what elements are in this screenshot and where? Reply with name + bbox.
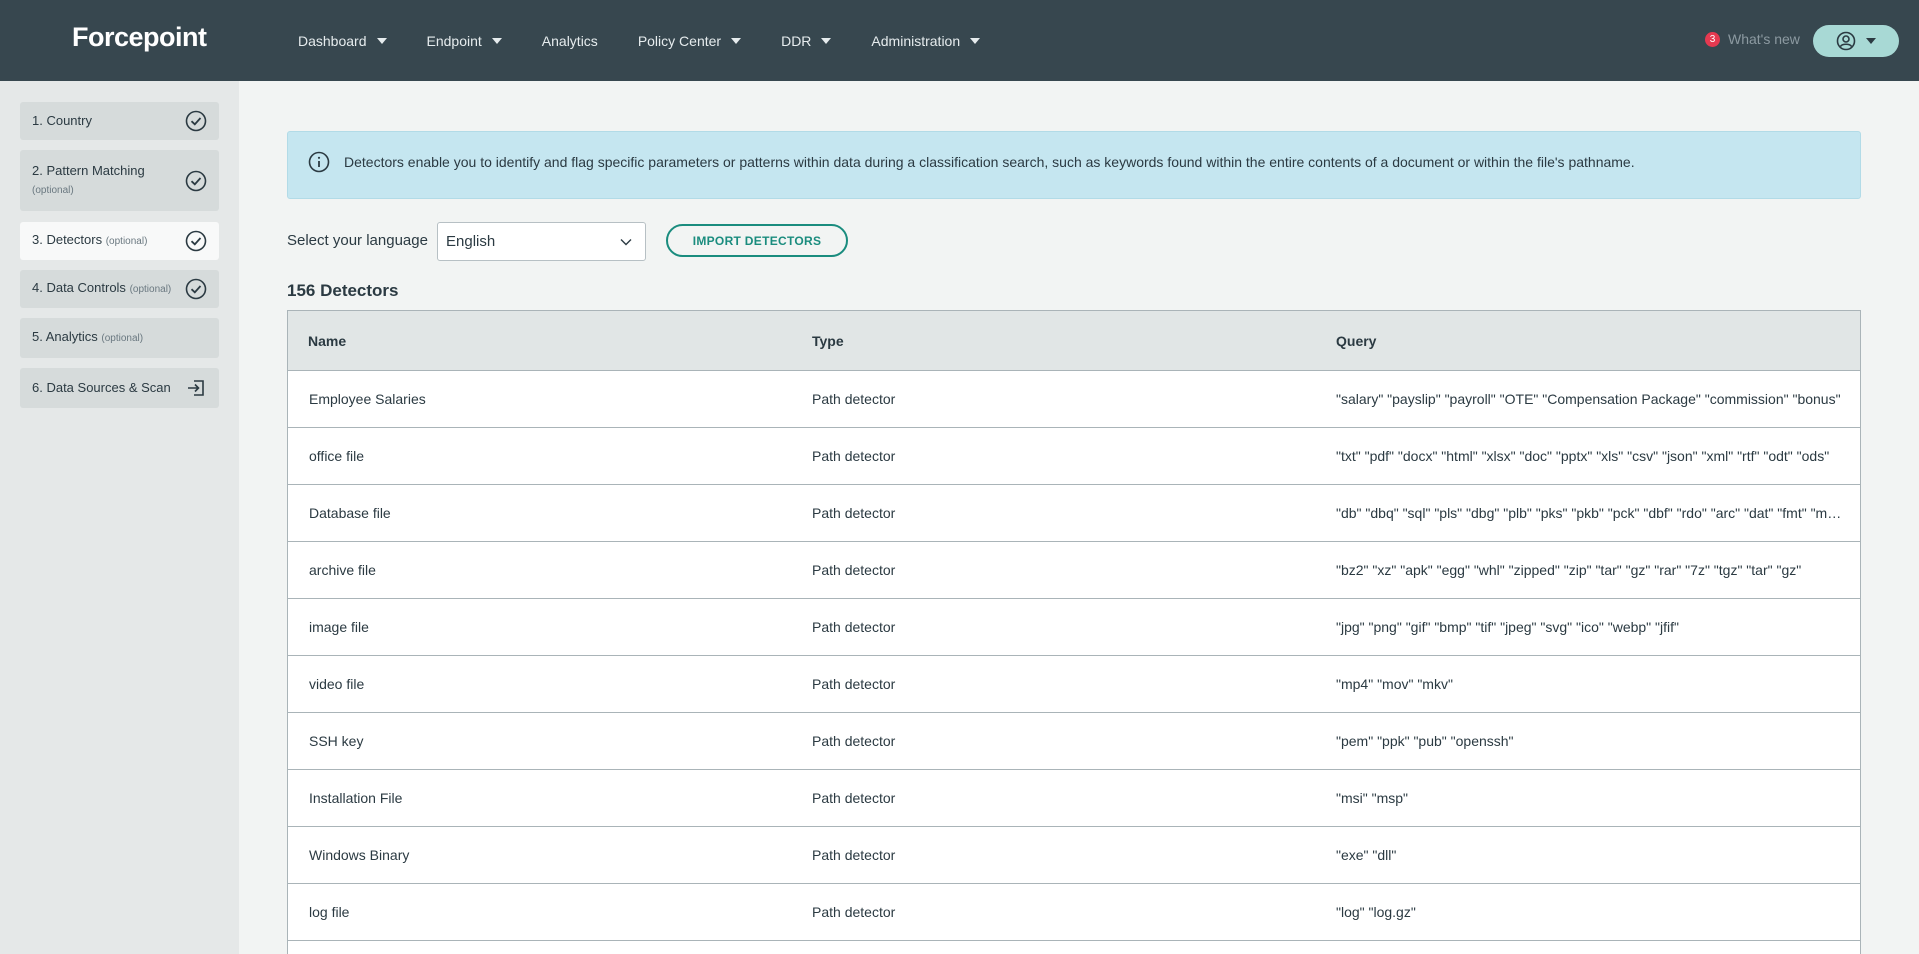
cell-query: "jpg" "png" "gif" "bmp" "tif" "jpeg" "sv… [1336, 619, 1679, 635]
column-header-type[interactable]: Type [812, 333, 1336, 349]
language-label: Select your language [287, 232, 428, 249]
column-header-query[interactable]: Query [1336, 333, 1860, 349]
cell-name: Windows Binary [309, 847, 410, 863]
whats-new-link[interactable]: 3 What's new [1705, 31, 1800, 47]
nav-label: Administration [871, 32, 961, 49]
top-nav-bar: Forcepoint Dashboard Endpoint Analytics … [0, 0, 1919, 81]
table-row[interactable]: SSH key Path detector "pem" "ppk" "pub" "o… [288, 713, 1860, 770]
cell-name: archive file [309, 562, 376, 578]
detectors-table: Name Type Query Employee Salaries Path de… [287, 310, 1861, 954]
nav-label: Dashboard [298, 32, 367, 49]
column-header-name[interactable]: Name [288, 333, 812, 349]
step-analytics[interactable]: 5. Analytics (optional) [20, 318, 219, 358]
cell-query: "salary" "payslip" "payroll" "OTE" "Comp… [1336, 391, 1841, 407]
forcepoint-logo[interactable]: Forcepoint [72, 22, 207, 53]
caret-down-icon [376, 37, 387, 44]
cell-query: "bz2" "xz" "apk" "egg" "whl" "zipped" "z… [1336, 562, 1802, 578]
table-row[interactable]: image file Path detector "jpg" "png" "gif"… [288, 599, 1860, 656]
nav-label: Policy Center [637, 32, 722, 49]
nav-administration[interactable]: Administration [871, 32, 981, 49]
step-label: 6. Data Sources & Scan [32, 380, 171, 395]
step-data-controls[interactable]: 4. Data Controls (optional) [20, 270, 219, 308]
table-body: Employee Salaries Path detector "salary" "… [288, 371, 1860, 941]
step-label: 1. Country [32, 113, 92, 128]
check-circle-icon [185, 110, 207, 132]
cell-query: "db" "dbq" "sql" "pls" "dbg" "plb" "pks"… [1336, 505, 1848, 521]
table-row[interactable]: Employee Salaries Path detector "salary" "… [288, 371, 1860, 428]
table-row[interactable]: log file Path detector "log" "log.gz" [288, 884, 1860, 941]
check-circle-icon [185, 278, 207, 300]
table-row[interactable]: archive file Path detector "bz2" "xz" "apk… [288, 542, 1860, 599]
nav-policy-center[interactable]: Policy Center [637, 32, 742, 49]
cell-name: log file [309, 904, 350, 920]
user-avatar-icon [1836, 31, 1856, 51]
cell-query: "log" "log.gz" [1336, 904, 1416, 920]
nav-dashboard[interactable]: Dashboard [298, 33, 387, 49]
cell-type: Path detector [812, 847, 896, 863]
nav-analytics[interactable]: Analytics [542, 33, 598, 49]
wizard-sidebar: 1. Country 2. Pattern Matching (optional… [0, 81, 239, 954]
info-icon [308, 151, 330, 173]
user-menu-button[interactable] [1813, 25, 1899, 57]
table-row[interactable]: Database file Path detector "db" "dbq" "sq… [288, 485, 1860, 542]
cell-query: "msi" "msp" [1336, 790, 1408, 806]
cell-name: office file [309, 448, 364, 464]
cell-type: Path detector [812, 505, 896, 521]
check-circle-icon [185, 170, 207, 191]
table-header: Name Type Query [288, 311, 1860, 371]
nav-ddr[interactable]: DDR [781, 32, 832, 49]
table-row[interactable]: Windows Binary Path detector "exe" "dll" [288, 827, 1860, 884]
cell-type: Path detector [812, 562, 896, 578]
step-country[interactable]: 1. Country [20, 102, 219, 140]
cell-type: Path detector [812, 733, 896, 749]
check-circle-icon [185, 230, 207, 252]
caret-down-icon [821, 37, 832, 44]
cell-query: "exe" "dll" [1336, 847, 1397, 863]
step-label: 3. Detectors (optional) [32, 232, 148, 247]
detector-count: 156 Detectors [287, 281, 399, 300]
main-nav: Dashboard Endpoint Analytics Policy Cent… [298, 0, 1020, 81]
cell-query: "txt" "pdf" "docx" "html" "xlsx" "doc" "… [1336, 448, 1830, 464]
caret-down-icon [491, 37, 502, 44]
chevron-down-icon [620, 238, 632, 245]
cell-type: Path detector [812, 391, 896, 407]
cell-query: "pem" "ppk" "pub" "openssh" [1336, 733, 1514, 749]
nav-label: Endpoint [426, 32, 482, 49]
cell-name: Installation File [309, 790, 403, 806]
table-row[interactable]: Installation File Path detector "msi" "msp… [288, 770, 1860, 827]
cell-name: video file [309, 676, 365, 692]
caret-down-icon [1866, 38, 1876, 44]
cell-type: Path detector [812, 448, 896, 464]
cell-type: Path detector [812, 676, 896, 692]
nav-label: Analytics [541, 32, 598, 49]
cell-name: Employee Salaries [309, 391, 426, 407]
step-label: 4. Data Controls (optional) [32, 280, 172, 295]
table-row[interactable]: office file Path detector "txt" "pdf" "doc… [288, 428, 1860, 485]
caret-down-icon [970, 37, 981, 44]
cell-query: "mp4" "mov" "mkv" [1336, 676, 1453, 692]
notification-badge: 3 [1705, 31, 1720, 47]
caret-down-icon [731, 37, 742, 44]
nav-label: DDR [781, 32, 812, 49]
step-data-sources-scan[interactable]: 6. Data Sources & Scan [20, 368, 219, 408]
nav-endpoint[interactable]: Endpoint [427, 33, 502, 49]
whats-new-label: What's new [1728, 31, 1800, 47]
step-label: 2. Pattern Matching (optional) [32, 162, 145, 196]
cell-name: Database file [309, 505, 391, 521]
cell-type: Path detector [812, 790, 896, 806]
step-label: 5. Analytics (optional) [32, 329, 144, 344]
cell-type: Path detector [812, 904, 896, 920]
language-value: English [446, 233, 496, 250]
table-row[interactable]: video file Path detector "mp4" "mov" "mkv" [288, 656, 1860, 713]
step-detectors[interactable]: 3. Detectors (optional) [20, 222, 219, 260]
cell-name: SSH key [309, 733, 364, 749]
language-select[interactable]: English [437, 222, 646, 261]
info-banner: Detectors enable you to identify and fla… [287, 131, 1861, 199]
cell-type: Path detector [812, 619, 896, 635]
import-detectors-button[interactable]: IMPORT DETECTORS [666, 224, 848, 257]
enter-icon [188, 380, 204, 396]
info-text: Detectors enable you to identify and fla… [344, 154, 1635, 170]
cell-name: image file [309, 619, 369, 635]
step-pattern-matching[interactable]: 2. Pattern Matching (optional) [20, 150, 219, 211]
